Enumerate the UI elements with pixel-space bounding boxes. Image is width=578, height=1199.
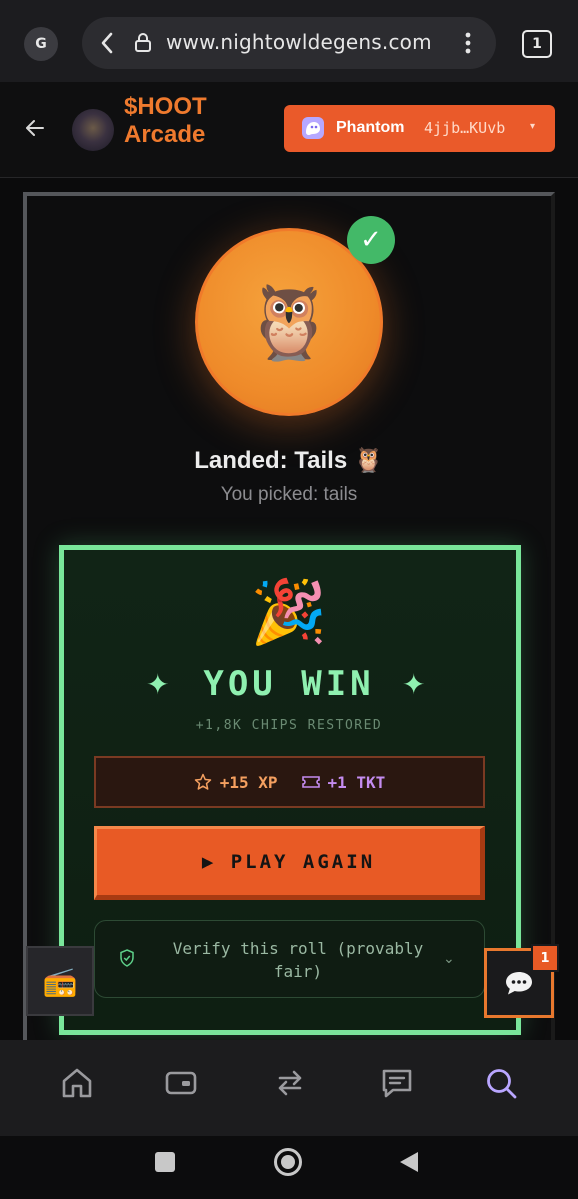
play-again-button[interactable]: ▶ PLAY AGAIN <box>94 826 485 900</box>
win-title: YOU WIN <box>203 664 375 704</box>
search-icon[interactable] <box>484 1066 518 1100</box>
shield-check-icon <box>120 949 134 967</box>
back-triangle-icon[interactable] <box>398 1150 420 1174</box>
chevron-down-icon: ⌄ <box>443 951 455 967</box>
chevron-down-icon: ▾ <box>530 121 536 132</box>
phantom-ghost-icon <box>302 117 324 139</box>
home-circle-icon[interactable] <box>272 1146 304 1178</box>
xp-reward: +15 XP <box>219 772 278 792</box>
brand-name[interactable]: $HOOT Arcade <box>124 93 234 149</box>
chat-bubble-icon <box>506 972 532 995</box>
back-arrow-icon[interactable] <box>25 118 45 138</box>
more-menu-icon[interactable] <box>464 32 472 54</box>
wallet-name: Phantom <box>336 119 405 136</box>
chips-restored-text: +1,8K CHIPS RESTORED <box>195 718 383 733</box>
wallet-icon[interactable] <box>164 1066 198 1100</box>
ticket-reward: +1 TKT <box>327 772 386 792</box>
verify-roll-toggle[interactable]: Verify this roll (provably fair) ⌄ <box>94 920 485 998</box>
recents-icon[interactable] <box>155 1152 175 1172</box>
profile-avatar[interactable]: G <box>24 27 58 61</box>
address-bar[interactable]: www.nightowldegens.com <box>82 17 496 69</box>
reward-summary: +15 XP +1 TKT <box>94 756 485 808</box>
verify-roll-label: Verify this roll (provably fair) <box>172 939 424 981</box>
lock-icon <box>135 33 151 52</box>
url-text[interactable]: www.nightowldegens.com <box>166 30 432 54</box>
star-icon <box>194 773 211 790</box>
success-check-icon: ✓ <box>347 216 395 264</box>
swap-icon[interactable] <box>273 1066 307 1100</box>
picked-side-text: You picked: tails <box>220 484 358 505</box>
home-icon[interactable] <box>60 1066 94 1100</box>
landed-result-text: Landed: Tails 🦉 <box>194 447 384 474</box>
radio-button[interactable]: 📻 <box>26 946 94 1016</box>
chat-unread-badge: 1 <box>531 944 559 972</box>
messages-icon[interactable] <box>380 1066 414 1100</box>
ticket-icon <box>301 776 320 788</box>
wallet-button[interactable]: Phantom 4jjb…KUvb ▾ <box>284 105 555 152</box>
wallet-address: 4jjb…KUvb <box>424 119 506 137</box>
brand-logo[interactable] <box>72 109 114 151</box>
sparkle-icon: ✦ <box>402 668 426 701</box>
tab-switcher-button[interactable]: 1 <box>522 30 552 58</box>
owl-icon: 🦉 <box>244 279 334 364</box>
radio-icon: 📻 <box>42 964 78 998</box>
party-popper-icon: 🎉 <box>250 575 328 648</box>
back-chevron-icon[interactable] <box>100 32 114 54</box>
